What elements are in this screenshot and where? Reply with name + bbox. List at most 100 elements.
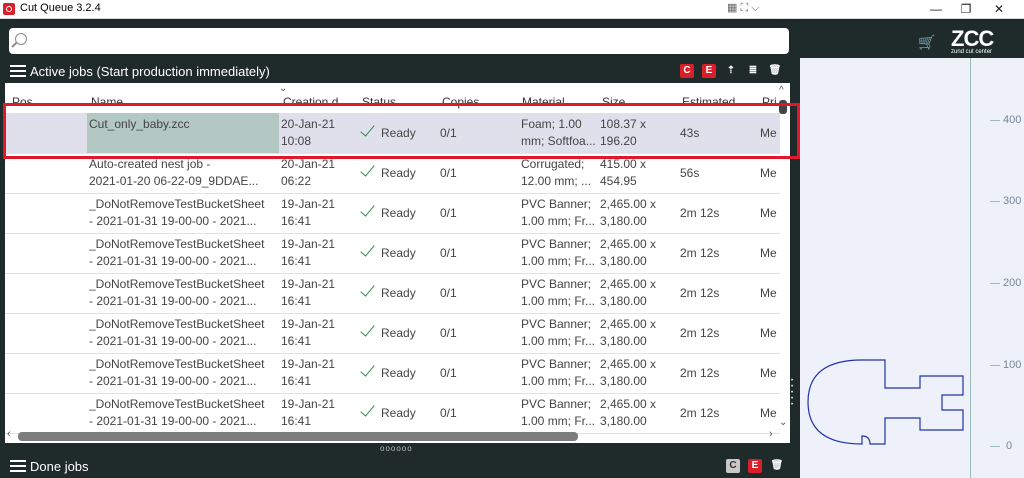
estimated-time: 2m 12s — [680, 406, 720, 420]
search-icon — [15, 33, 27, 45]
estimated-time: 2m 12s — [680, 366, 720, 380]
material: PVC Banner; 1.00 mm; Fr... — [521, 317, 596, 348]
done-cut-icon[interactable]: C — [726, 459, 740, 473]
priority: Me — [760, 286, 777, 300]
list-icon — [10, 460, 26, 472]
scroll-right-icon[interactable]: › — [769, 428, 773, 440]
size: 2,465.00 x 3,180.00 — [600, 357, 657, 388]
active-jobs-header[interactable]: Active jobs (Start production immediatel… — [10, 61, 270, 81]
job-name: _DoNotRemoveTestBucketSheet - 2021-01-31 … — [89, 277, 265, 308]
cut-shape-preview — [807, 359, 964, 445]
scroll-left-icon[interactable]: ‹ — [7, 428, 11, 440]
ready-check-icon — [360, 202, 374, 220]
panel-resize-handle[interactable]: oooooo — [380, 444, 413, 453]
ruler-tick — [990, 365, 1000, 366]
table-row[interactable]: _DoNotRemoveTestBucketSheet - 2021-01-31 … — [5, 353, 780, 394]
table-row[interactable]: Auto-created nest job -2021-01-20 06-22-… — [5, 153, 780, 194]
table-row[interactable]: _DoNotRemoveTestBucketSheet - 2021-01-31 … — [5, 233, 780, 274]
material: Corrugated; 12.00 mm; ... — [521, 157, 592, 188]
move-up-icon[interactable]: ⇡ — [724, 64, 738, 78]
table-row[interactable]: _DoNotRemoveTestBucketSheet - 2021-01-31 … — [5, 273, 780, 314]
priority: Me — [760, 406, 777, 420]
active-jobs-title: Active jobs (Start production immediatel… — [30, 63, 270, 79]
material: PVC Banner; 1.00 mm; Fr... — [521, 197, 596, 228]
stack-icon[interactable]: ≣ — [746, 64, 760, 78]
job-name: _DoNotRemoveTestBucketSheet - 2021-01-31 … — [89, 317, 265, 348]
job-name: _DoNotRemoveTestBucketSheet - 2021-01-31 … — [89, 397, 265, 428]
size: 2,465.00 x 3,180.00 — [600, 237, 657, 268]
priority: Me — [760, 246, 777, 260]
selection-highlight-box — [3, 103, 800, 159]
copies: 0/1 — [440, 366, 457, 380]
size: 415.00 x 454.95 — [600, 157, 647, 188]
ruler-label: 100 — [1003, 359, 1022, 371]
material: PVC Banner; 1.00 mm; Fr... — [521, 237, 596, 268]
window-title: Cut Queue 3.2.4 — [20, 2, 101, 14]
size: 2,465.00 x 3,180.00 — [600, 397, 657, 428]
done-edit-icon[interactable]: E — [748, 459, 762, 473]
scroll-down-icon[interactable]: ⌄ — [779, 417, 787, 428]
maximize-button[interactable]: ❐ — [951, 0, 981, 18]
job-name: _DoNotRemoveTestBucketSheet - 2021-01-31 … — [89, 197, 265, 228]
material: PVC Banner; 1.00 mm; Fr... — [521, 277, 596, 308]
ruler-label: 0 — [1006, 440, 1013, 452]
creation-date: 19-Jan-21 16:41 — [281, 277, 336, 308]
copies: 0/1 — [440, 286, 457, 300]
splitter-handle[interactable]: • • • • • — [791, 378, 796, 418]
creation-date: 19-Jan-21 16:41 — [281, 317, 336, 348]
search-input[interactable] — [35, 31, 779, 53]
zcc-subtitle: zund cut center — [951, 49, 993, 55]
done-trash-icon[interactable]: 🗑 — [770, 459, 784, 473]
job-name: _DoNotRemoveTestBucketSheet - 2021-01-31 … — [89, 357, 265, 388]
priority: Me — [760, 206, 777, 220]
copies: 0/1 — [440, 246, 457, 260]
ready-check-icon — [360, 282, 374, 300]
creation-date: 19-Jan-21 16:41 — [281, 357, 336, 388]
scroll-up-icon[interactable]: ^ — [779, 85, 784, 96]
ready-check-icon — [360, 162, 374, 180]
copies: 0/1 — [440, 206, 457, 220]
creation-date: 19-Jan-21 16:41 — [281, 397, 336, 428]
status: Ready — [381, 246, 416, 260]
status: Ready — [381, 166, 416, 180]
creation-date: 19-Jan-21 16:41 — [281, 197, 336, 228]
cut-icon[interactable]: C — [680, 64, 694, 78]
ruler-label: 300 — [1003, 195, 1022, 207]
search-box[interactable] — [9, 28, 789, 54]
sort-down-icon: ⌄ — [279, 83, 288, 94]
done-jobs-title: Done jobs — [30, 458, 89, 474]
job-name: _DoNotRemoveTestBucketSheet - 2021-01-31 … — [89, 237, 265, 268]
close-button[interactable]: ✕ — [984, 0, 1014, 18]
estimated-time: 2m 12s — [680, 286, 720, 300]
priority: Me — [760, 326, 777, 340]
cart-icon[interactable]: 🛒 — [918, 34, 936, 50]
creation-date: 19-Jan-21 16:41 — [281, 237, 336, 268]
horizontal-scrollbar[interactable] — [18, 432, 578, 441]
ready-check-icon — [360, 322, 374, 340]
estimated-time: 2m 12s — [680, 206, 720, 220]
status: Ready — [381, 286, 416, 300]
material: PVC Banner; 1.00 mm; Fr... — [521, 397, 596, 428]
ruler-tick — [990, 283, 1000, 284]
table-row[interactable]: _DoNotRemoveTestBucketSheet - 2021-01-31 … — [5, 193, 780, 234]
ready-check-icon — [360, 362, 374, 380]
table-row[interactable]: _DoNotRemoveTestBucketSheet - 2021-01-31 … — [5, 393, 780, 434]
job-name: Auto-created nest job -2021-01-20 06-22-… — [89, 157, 259, 188]
ready-check-icon — [360, 402, 374, 420]
status: Ready — [381, 206, 416, 220]
priority: Me — [760, 166, 777, 180]
copies: 0/1 — [440, 326, 457, 340]
estimated-time: 2m 12s — [680, 246, 720, 260]
done-jobs-header[interactable]: Done jobs — [10, 456, 89, 476]
ruler-tick — [990, 446, 1000, 447]
status: Ready — [381, 406, 416, 420]
app-icon — [3, 3, 15, 15]
minimize-button[interactable]: — — [921, 0, 951, 18]
edit-icon[interactable]: E — [702, 64, 716, 78]
ruler-label: 400 — [1003, 114, 1022, 126]
estimated-time: 2m 12s — [680, 326, 720, 340]
trash-icon[interactable]: 🗑 — [768, 64, 782, 78]
table-row[interactable]: _DoNotRemoveTestBucketSheet - 2021-01-31 … — [5, 313, 780, 354]
menu-icon — [10, 65, 26, 77]
layout-grid-icon[interactable]: ▦ ⛶ ⌵ — [727, 1, 760, 15]
